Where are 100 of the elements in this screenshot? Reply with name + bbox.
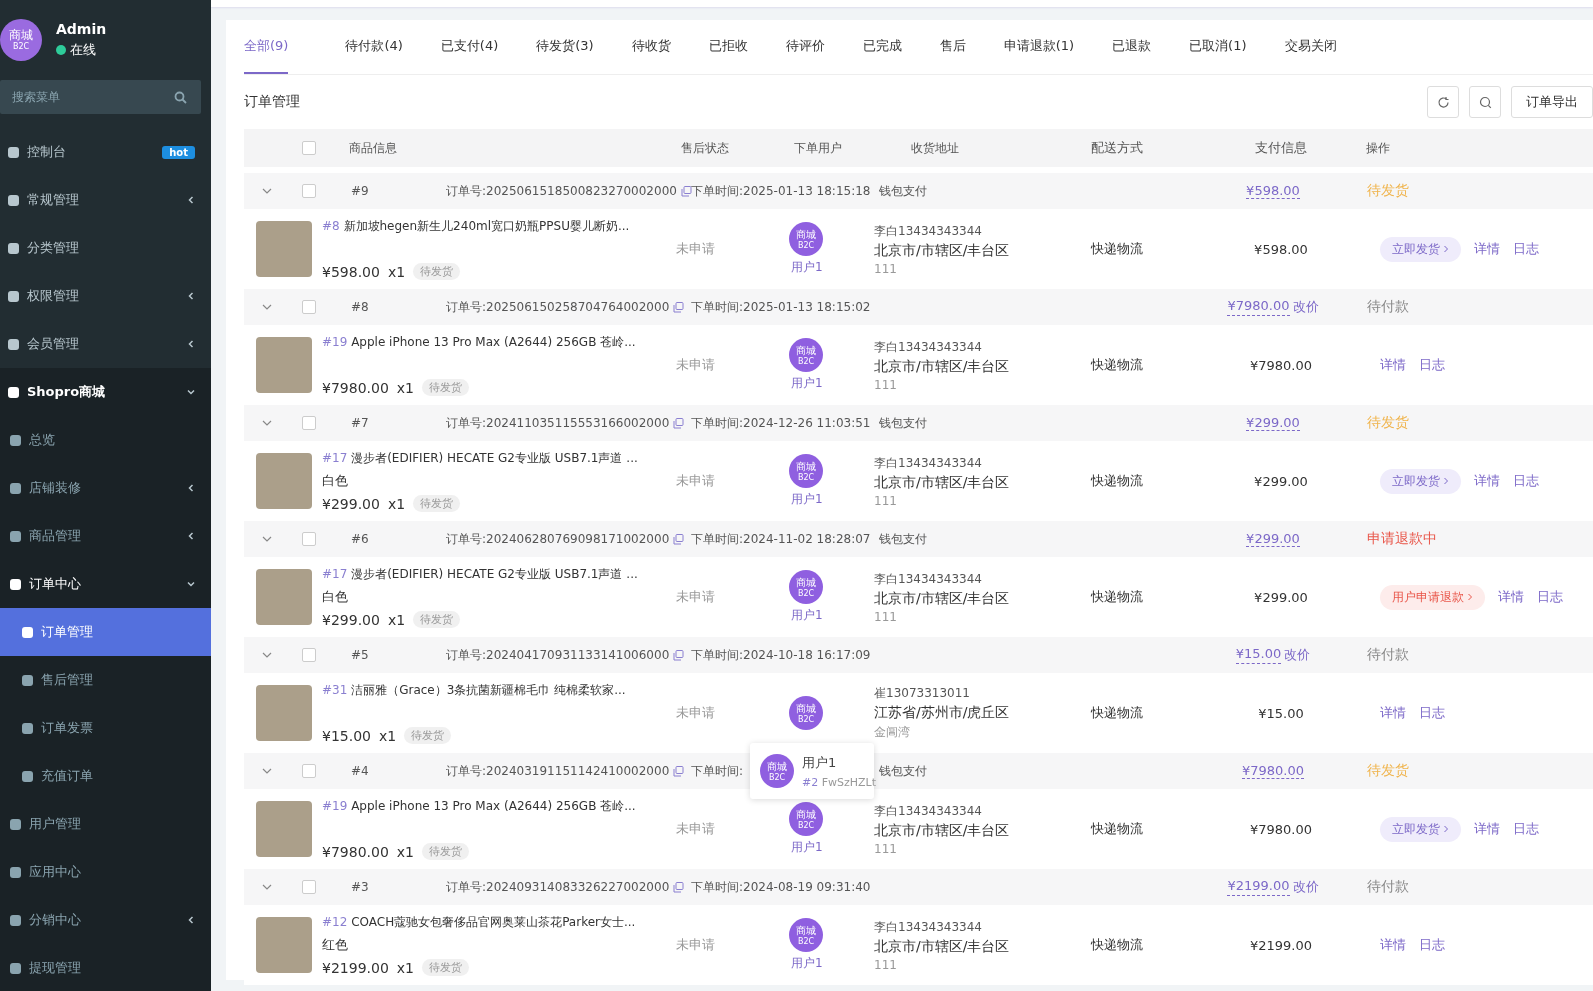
status-tab[interactable]: 待收货 — [612, 20, 690, 74]
refund-button[interactable]: 用户申请退款 — [1380, 584, 1485, 610]
user-name-link[interactable]: 用户1 — [789, 955, 823, 972]
order-amount[interactable]: ¥2199.00 — [1227, 878, 1290, 896]
action-link[interactable]: 日志 — [1419, 356, 1445, 374]
action-link[interactable]: 详情 — [1498, 588, 1524, 606]
user-avatar[interactable]: 商城 B2C — [789, 570, 823, 604]
action-link[interactable]: 详情 — [1380, 356, 1406, 374]
sidebar-item[interactable]: 控制台 hot — [0, 128, 211, 176]
sidebar-item[interactable]: 订单中心 — [0, 560, 211, 608]
edit-price-link[interactable]: 改价 — [1292, 298, 1319, 316]
menu-search-field[interactable]: 搜索菜单 — [0, 80, 201, 114]
order-amount[interactable]: ¥7980.00 — [1227, 298, 1290, 316]
product-name[interactable]: #19 Apple iPhone 13 Pro Max (A2644) 256GB 苍岭... — [322, 334, 636, 351]
user-name-link[interactable]: 用户1 — [789, 259, 823, 276]
expand-chevron-icon[interactable] — [262, 884, 272, 890]
product-name[interactable]: #12 COACH蔻驰女包奢侈品官网奥莱山茶花Parker女士... — [322, 914, 636, 931]
copy-icon[interactable] — [673, 765, 685, 777]
export-button[interactable]: 订单导出 — [1511, 86, 1593, 118]
action-link[interactable]: 详情 — [1380, 936, 1406, 954]
user-avatar[interactable]: 商城 B2C — [789, 454, 823, 488]
user-avatar[interactable]: 商城 B2C — [789, 338, 823, 372]
order-amount[interactable]: ¥598.00 — [1246, 183, 1300, 199]
row-checkbox[interactable] — [302, 880, 316, 894]
status-tab[interactable]: 已取消(1) — [1170, 20, 1266, 74]
expand-chevron-icon[interactable] — [262, 188, 272, 194]
action-link[interactable]: 日志 — [1537, 588, 1563, 606]
user-avatar[interactable]: 商城 B2C — [789, 802, 823, 836]
product-name[interactable]: #17 漫步者(EDIFIER) HECATE G2专业版 USB7.1声道 ... — [322, 450, 638, 467]
ship-button[interactable]: 立即发货 — [1380, 816, 1461, 842]
status-tab[interactable]: 待付款(4) — [326, 20, 422, 74]
sidebar-item[interactable]: 店铺装修 — [0, 464, 211, 512]
sidebar-item[interactable]: 提现管理 — [0, 944, 211, 991]
user-avatar[interactable]: 商城 B2C — [789, 918, 823, 952]
user-name-link[interactable]: 用户1 — [789, 839, 823, 856]
edit-price-link[interactable]: 改价 — [1292, 878, 1319, 896]
copy-icon[interactable] — [680, 185, 692, 197]
row-checkbox[interactable] — [302, 300, 316, 314]
action-link[interactable]: 详情 — [1474, 820, 1500, 838]
action-link[interactable]: 日志 — [1513, 820, 1539, 838]
expand-chevron-icon[interactable] — [262, 768, 272, 774]
sidebar-item[interactable]: 订单发票 — [0, 704, 211, 752]
status-tab[interactable]: 交易关闭 — [1265, 20, 1356, 74]
sidebar-item[interactable]: 分销中心 — [0, 896, 211, 944]
search-button[interactable] — [1469, 86, 1501, 118]
status-tab[interactable]: 待评价 — [766, 20, 844, 74]
product-name[interactable]: #31 洁丽雅（Grace）3条抗菌新疆棉毛巾 纯棉柔软家... — [322, 682, 626, 699]
sidebar-item[interactable]: 常规管理 — [0, 176, 211, 224]
row-checkbox[interactable] — [302, 416, 316, 430]
ship-button[interactable]: 立即发货 — [1380, 236, 1461, 262]
action-link[interactable]: 日志 — [1419, 936, 1445, 954]
action-link[interactable]: 详情 — [1474, 240, 1500, 258]
status-tab[interactable]: 全部(9) — [244, 20, 289, 74]
row-checkbox[interactable] — [302, 532, 316, 546]
row-checkbox[interactable] — [302, 764, 316, 778]
user-name-link[interactable]: 用户1 — [789, 607, 823, 624]
copy-icon[interactable] — [673, 301, 685, 313]
action-link[interactable]: 详情 — [1474, 472, 1500, 490]
copy-icon[interactable] — [673, 417, 685, 429]
expand-chevron-icon[interactable] — [262, 652, 272, 658]
order-amount[interactable]: ¥299.00 — [1246, 415, 1300, 431]
expand-chevron-icon[interactable] — [262, 420, 272, 426]
copy-icon[interactable] — [673, 649, 685, 661]
action-link[interactable]: 日志 — [1513, 472, 1539, 490]
product-name[interactable]: #19 Apple iPhone 13 Pro Max (A2644) 256GB 苍岭... — [322, 798, 636, 815]
action-link[interactable]: 日志 — [1513, 240, 1539, 258]
action-link[interactable]: 详情 — [1380, 704, 1406, 722]
sidebar-item[interactable]: 分类管理 — [0, 224, 211, 272]
sidebar-item[interactable]: 总览 — [0, 416, 211, 464]
edit-price-link[interactable]: 改价 — [1284, 646, 1311, 664]
sidebar-item[interactable]: 订单管理 — [0, 608, 211, 656]
product-name[interactable]: #8 新加坡hegen新生儿240ml宽口奶瓶PPSU婴儿断奶... — [322, 218, 630, 235]
user-avatar[interactable]: 商城 B2C — [789, 696, 823, 730]
row-checkbox[interactable] — [302, 648, 316, 662]
order-amount[interactable]: ¥299.00 — [1246, 531, 1300, 547]
order-amount[interactable]: ¥15.00 — [1235, 646, 1282, 664]
sidebar-item[interactable]: 售后管理 — [0, 656, 211, 704]
user-avatar[interactable]: 商城 B2C — [789, 222, 823, 256]
sidebar-item[interactable]: 权限管理 — [0, 272, 211, 320]
product-name[interactable]: #17 漫步者(EDIFIER) HECATE G2专业版 USB7.1声道 ... — [322, 566, 638, 583]
expand-chevron-icon[interactable] — [262, 536, 272, 542]
sidebar-item[interactable]: 用户管理 — [0, 800, 211, 848]
copy-icon[interactable] — [673, 881, 685, 893]
status-tab[interactable]: 申请退款(1) — [984, 20, 1094, 74]
user-name-link[interactable]: 用户1 — [789, 491, 823, 508]
row-checkbox[interactable] — [302, 184, 316, 198]
sidebar-item[interactable]: 商品管理 — [0, 512, 211, 560]
status-tab[interactable]: 已完成 — [843, 20, 921, 74]
status-tab[interactable]: 已退款 — [1093, 20, 1171, 74]
sidebar-item[interactable]: 应用中心 — [0, 848, 211, 896]
copy-icon[interactable] — [673, 533, 685, 545]
sidebar-item[interactable]: Shopro商城 — [0, 368, 211, 416]
sidebar-item[interactable]: 会员管理 — [0, 320, 211, 368]
status-tab[interactable]: 待发货(3) — [517, 20, 613, 74]
order-amount[interactable]: ¥7980.00 — [1242, 763, 1304, 779]
expand-chevron-icon[interactable] — [262, 304, 272, 310]
status-tab[interactable]: 已拒收 — [689, 20, 767, 74]
refresh-button[interactable] — [1427, 86, 1459, 118]
ship-button[interactable]: 立即发货 — [1380, 468, 1461, 494]
action-link[interactable]: 日志 — [1419, 704, 1445, 722]
